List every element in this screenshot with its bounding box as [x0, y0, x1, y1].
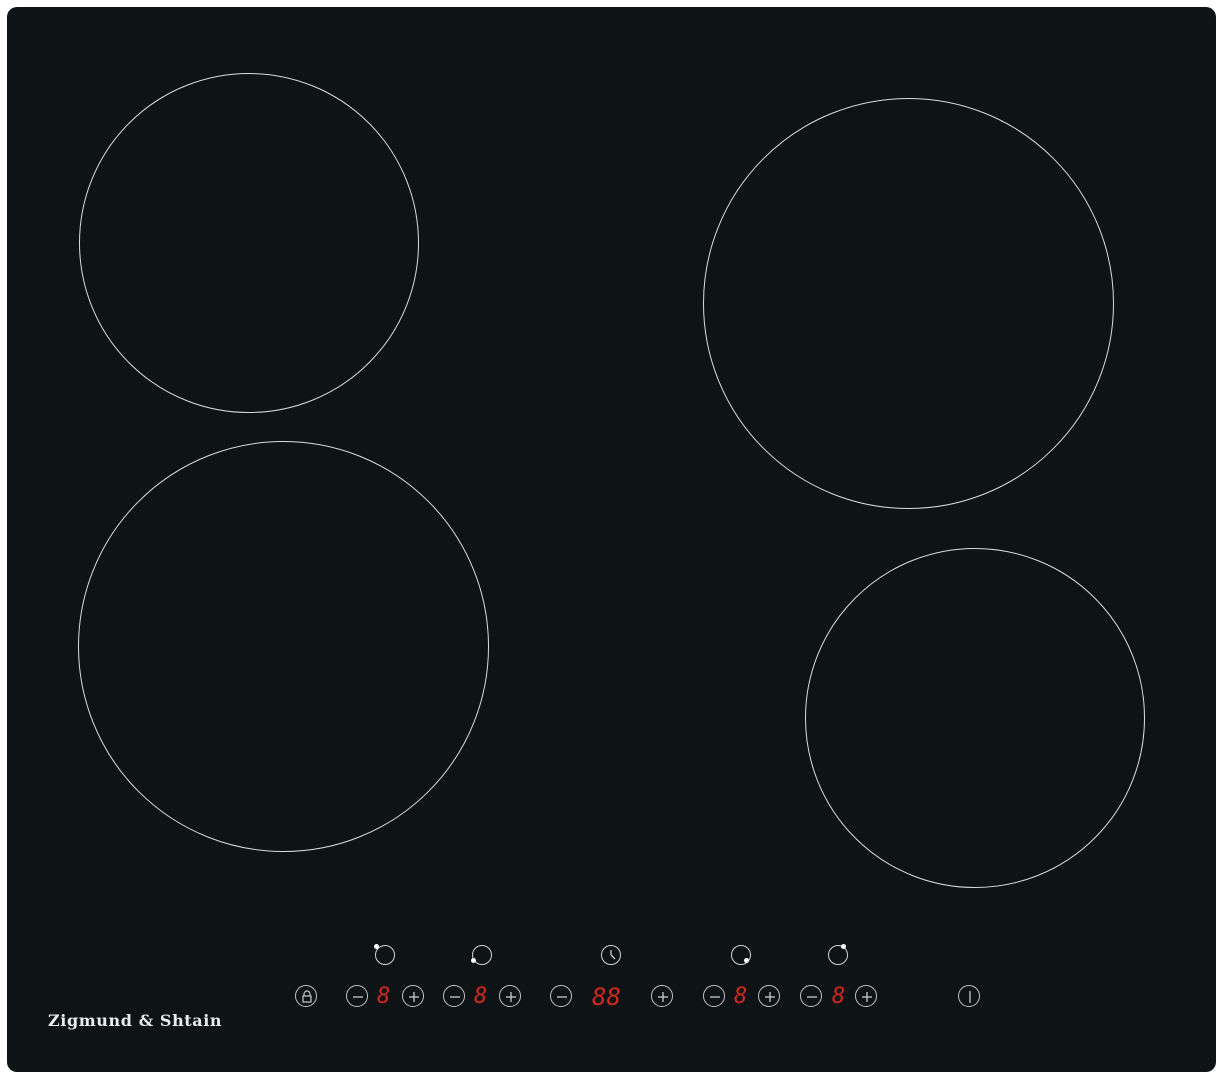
plus-icon — [765, 992, 775, 1002]
minus-icon — [450, 996, 460, 998]
cooking-zone-rear-right[interactable] — [703, 98, 1114, 509]
child-lock-button[interactable] — [295, 985, 317, 1007]
power-button[interactable] — [958, 985, 980, 1007]
zone3-minus-button[interactable] — [703, 985, 725, 1007]
zone1-plus-button[interactable] — [402, 985, 424, 1007]
zone-selector-front-left-icon[interactable] — [471, 945, 492, 965]
timer-selector[interactable] — [601, 945, 621, 965]
zone-selector-front-right-icon[interactable] — [731, 945, 751, 965]
brand-logo: Zigmund & Shtain — [48, 1011, 223, 1030]
cooking-zone-front-right[interactable] — [805, 548, 1145, 888]
zone4-plus-button[interactable] — [855, 985, 877, 1007]
zone3-plus-button[interactable] — [758, 985, 780, 1007]
minus-icon — [557, 996, 567, 998]
zone-selector-rear-left-icon[interactable] — [374, 944, 395, 965]
zone2-minus-button[interactable] — [443, 985, 465, 1007]
zone2-plus-button[interactable] — [499, 985, 521, 1007]
zone2-power-display: 8 — [474, 984, 488, 1009]
zone-selector-rear-right-icon[interactable] — [828, 944, 848, 965]
zone4-minus-button[interactable] — [800, 985, 822, 1007]
plus-icon — [862, 992, 872, 1002]
zone3-power-display: 8 — [734, 984, 748, 1009]
lock-icon — [302, 990, 312, 1003]
timer-plus-button[interactable] — [651, 985, 673, 1007]
plus-icon — [658, 992, 668, 1002]
minus-icon — [710, 996, 720, 998]
minus-icon — [807, 996, 817, 998]
clock-icon — [610, 950, 616, 960]
cooking-zone-rear-left[interactable] — [79, 73, 419, 413]
zone1-minus-button[interactable] — [346, 985, 368, 1007]
plus-icon — [506, 992, 516, 1002]
zone4-power-display: 8 — [832, 984, 846, 1009]
cooking-zone-front-left[interactable] — [78, 441, 489, 852]
timer-minus-button[interactable] — [550, 985, 572, 1007]
zone1-power-display: 8 — [377, 984, 391, 1009]
power-icon — [969, 991, 971, 1003]
plus-icon — [409, 992, 419, 1002]
minus-icon — [353, 996, 363, 998]
timer-display: 88 — [592, 983, 621, 1011]
